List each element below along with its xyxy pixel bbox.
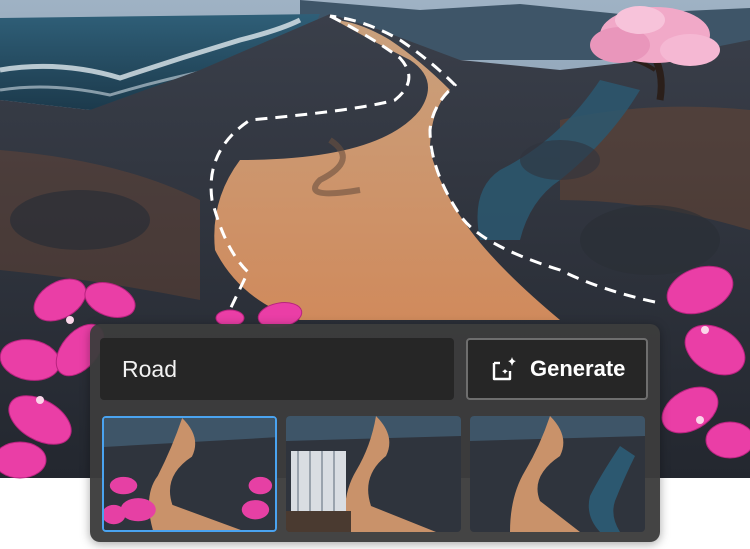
generative-fill-panel: Road Generate [90, 324, 660, 542]
generate-button-label: Generate [530, 356, 626, 381]
prompt-input[interactable]: Road [100, 338, 454, 400]
variation-thumbnail-1[interactable] [102, 416, 277, 532]
variation-thumbnail-3[interactable] [470, 416, 645, 532]
sparkle-generate-icon [488, 353, 520, 385]
variation-thumbnail-2[interactable] [286, 416, 461, 532]
generate-button[interactable]: Generate [466, 338, 648, 400]
